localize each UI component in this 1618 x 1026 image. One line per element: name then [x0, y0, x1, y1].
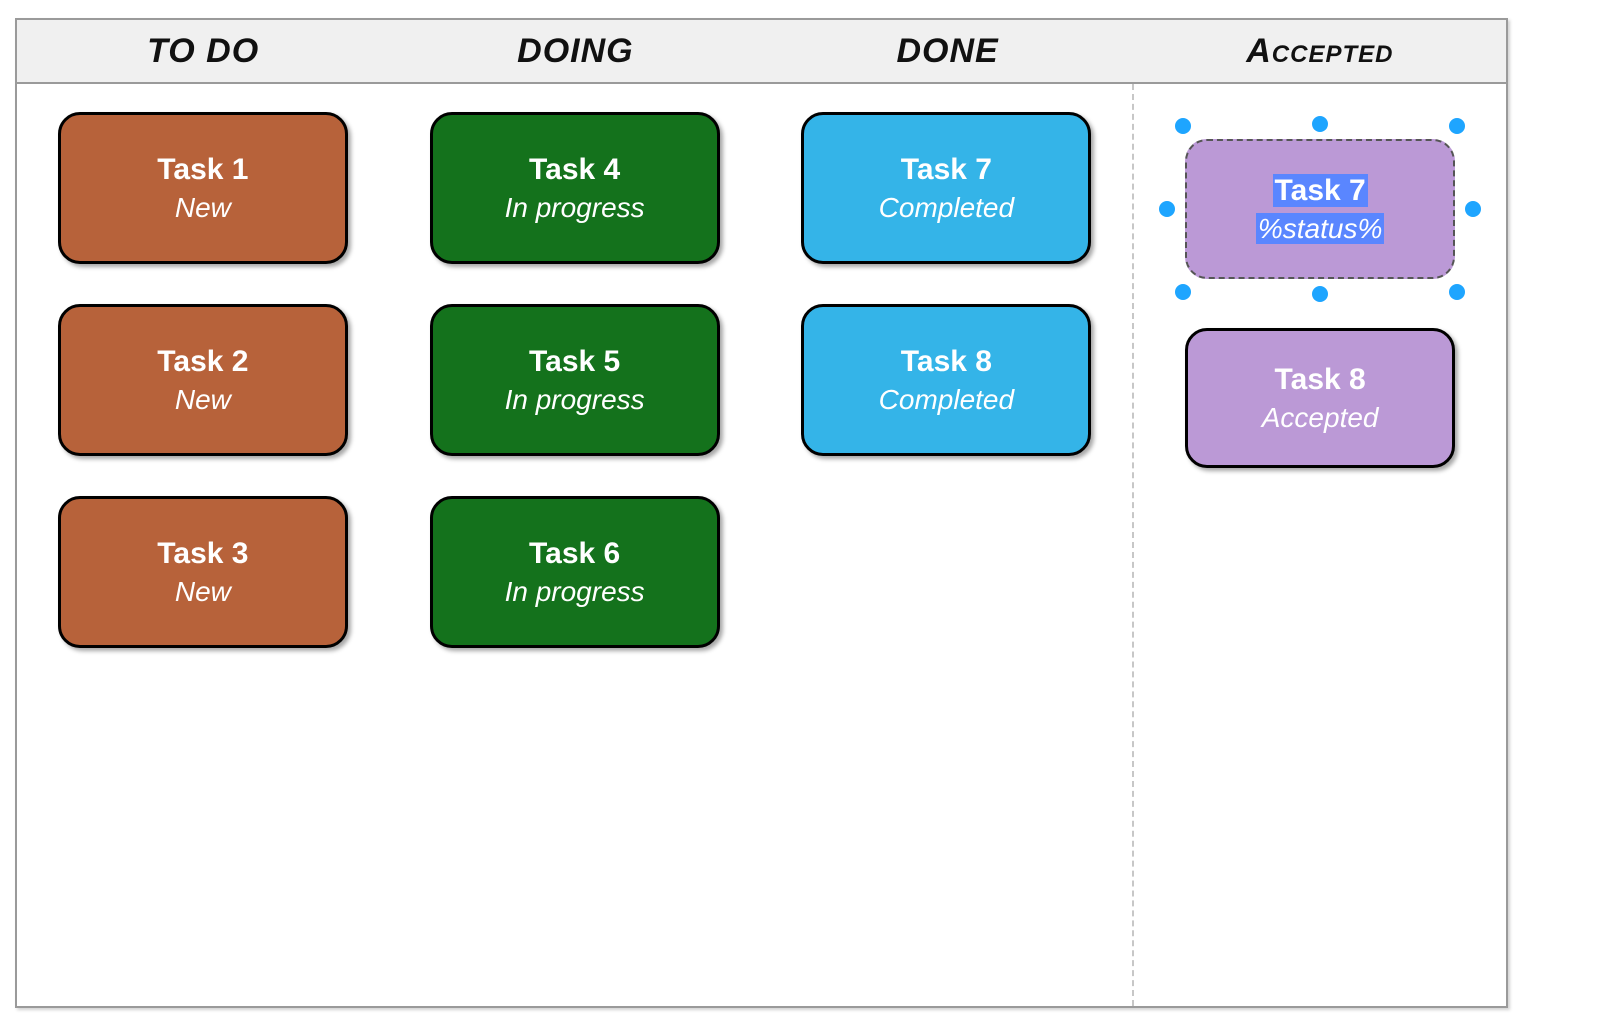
task-title: Task 5 [529, 343, 620, 381]
lane-accepted[interactable]: Task 7 %status% Tas [1132, 84, 1506, 1006]
kanban-board[interactable]: TO DO DOING DONE Accepted Task 1 New Tas… [15, 18, 1508, 1008]
task-status: Completed [879, 382, 1014, 417]
canvas-stage: TO DO DOING DONE Accepted Task 1 New Tas… [0, 0, 1618, 1026]
task-card[interactable]: Task 1 New [58, 112, 348, 264]
selected-card-wrapper[interactable]: Task 7 %status% [1165, 124, 1475, 294]
task-title: Task 6 [529, 535, 620, 573]
resize-handle-middle-right[interactable] [1465, 201, 1481, 217]
task-card[interactable]: Task 5 In progress [430, 304, 720, 456]
lane-done[interactable]: Task 7 Completed Task 8 Completed [761, 84, 1133, 1006]
task-title: Task 8 [901, 343, 992, 381]
task-title: Task 7 [1273, 172, 1368, 210]
task-title: Task 4 [529, 151, 620, 189]
column-header-row: TO DO DOING DONE Accepted [17, 20, 1506, 84]
task-title: Task 2 [157, 343, 248, 381]
selected-text-status: %status% [1256, 213, 1385, 244]
task-card[interactable]: Task 8 Completed [801, 304, 1091, 456]
resize-handle-top-left[interactable] [1175, 118, 1191, 134]
task-status: New [175, 382, 231, 417]
selected-text-title: Task 7 [1273, 174, 1368, 207]
board-body: Task 1 New Task 2 New Task 3 New Task 4 … [17, 84, 1506, 1006]
resize-handle-bottom-center[interactable] [1312, 286, 1328, 302]
lane-todo[interactable]: Task 1 New Task 2 New Task 3 New [17, 84, 389, 1006]
column-header-done: DONE [762, 20, 1134, 82]
task-status: New [175, 574, 231, 609]
task-status: Accepted [1262, 400, 1379, 435]
task-status: %status% [1256, 211, 1385, 246]
task-status: In progress [505, 574, 645, 609]
task-status: New [175, 190, 231, 225]
task-status: In progress [505, 190, 645, 225]
task-status: Completed [879, 190, 1014, 225]
task-title: Task 8 [1275, 361, 1366, 399]
task-status: In progress [505, 382, 645, 417]
column-header-accepted: Accepted [1134, 20, 1506, 82]
resize-handle-top-right[interactable] [1449, 118, 1465, 134]
task-title: Task 3 [157, 535, 248, 573]
task-card[interactable]: Task 2 New [58, 304, 348, 456]
resize-handle-top-center[interactable] [1312, 116, 1328, 132]
task-title: Task 7 [901, 151, 992, 189]
task-card[interactable]: Task 3 New [58, 496, 348, 648]
task-card[interactable]: Task 6 In progress [430, 496, 720, 648]
task-card[interactable]: Task 7 Completed [801, 112, 1091, 264]
task-title: Task 1 [157, 151, 248, 189]
resize-handle-bottom-left[interactable] [1175, 284, 1191, 300]
task-card[interactable]: Task 4 In progress [430, 112, 720, 264]
lane-doing[interactable]: Task 4 In progress Task 5 In progress Ta… [389, 84, 761, 1006]
column-header-todo: TO DO [17, 20, 389, 82]
resize-handle-bottom-right[interactable] [1449, 284, 1465, 300]
column-header-doing: DOING [389, 20, 761, 82]
task-card-selected[interactable]: Task 7 %status% [1185, 139, 1455, 279]
task-card[interactable]: Task 8 Accepted [1185, 328, 1455, 468]
resize-handle-middle-left[interactable] [1159, 201, 1175, 217]
